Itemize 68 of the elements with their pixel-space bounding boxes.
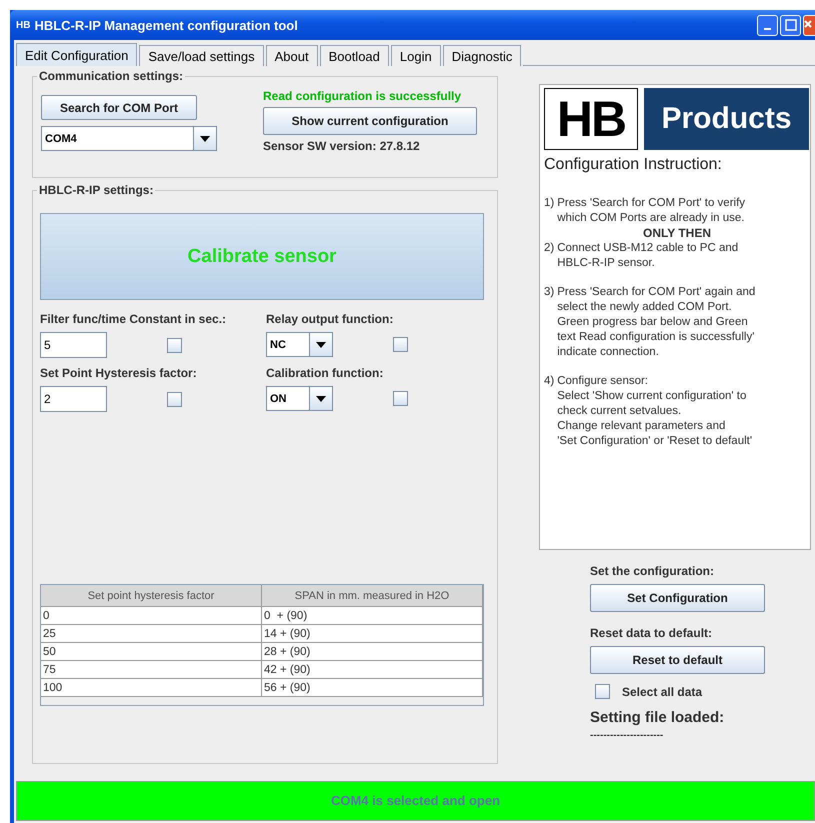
checkbox[interactable] — [595, 684, 610, 699]
dropdown-arrow-icon — [316, 396, 326, 402]
column-header: Set point hysteresis factor — [41, 585, 262, 607]
checkbox-label: Select all data — [622, 684, 702, 698]
show-configuration-button[interactable]: Show current configuration — [263, 107, 477, 135]
table-cell: 0 — [41, 607, 262, 625]
minimize-button[interactable] — [757, 14, 778, 36]
logo-mark: HB — [544, 88, 638, 150]
instruction-heading: Configuration Instruction: — [544, 156, 723, 174]
table-cell: 42 + (90) — [262, 661, 483, 679]
table-cell: 75 — [41, 661, 262, 679]
app-icon: HB — [16, 20, 30, 30]
field-label: Calibration function: — [266, 366, 384, 380]
checkbox[interactable] — [167, 338, 182, 352]
checkbox[interactable] — [167, 392, 182, 406]
dropdown-arrow-icon — [316, 342, 326, 348]
tab[interactable]: About — [266, 45, 318, 66]
group-title: HBLC-R-IP settings: — [37, 183, 156, 197]
search-com-button[interactable]: Search for COM Port — [41, 95, 197, 120]
dropdown[interactable]: NC — [266, 332, 333, 357]
group-title: Communication settings: — [37, 69, 186, 83]
step-text: Press 'Search for COM Port' again and select the newly added COM Port. Green progress bar below and Green text Read configuration is successfully' indicate connection. — [557, 285, 756, 360]
version-text: Sensor SW version: 27.8.12 — [263, 139, 421, 153]
tab[interactable]: Diagnostic — [442, 45, 522, 66]
table-cell: 25 — [41, 625, 262, 643]
table-cell: 0 + (90) — [262, 607, 483, 625]
dropdown[interactable]: ON — [266, 386, 333, 411]
tab[interactable]: Edit Configuration — [16, 43, 138, 66]
logo-wordmark: Products — [644, 88, 809, 150]
field-label: Filter func/time Constant in sec.: — [40, 312, 228, 326]
step-text: Connect USB-M12 cable to PC and HBLC-R-IP sensor. — [557, 241, 738, 271]
table-cell: 56 + (90) — [262, 679, 483, 697]
table-cell: 100 — [41, 679, 262, 697]
minimize-icon — [764, 28, 771, 30]
tab[interactable]: Save/load settings — [139, 45, 264, 66]
table-cell: 14 + (90) — [262, 625, 483, 643]
table-cell: 28 + (90) — [262, 643, 483, 661]
tab[interactable]: Login — [390, 45, 441, 66]
instruction-note: ONLY THEN — [642, 226, 711, 241]
set-configuration-button[interactable]: Set Configuration — [590, 584, 765, 612]
column-header: SPAN in mm. measured in H2O — [262, 585, 483, 607]
step-number: 1) — [544, 196, 554, 211]
input-field[interactable]: 2 — [40, 386, 107, 412]
step-number: 4) — [544, 374, 554, 389]
dropdown-arrow-icon — [200, 136, 210, 142]
step-text: Configure sensor: Select 'Show current configuration' to check current setvalues. Change relevant parameters and 'Set Configuration' or 'Reset to default' — [557, 374, 752, 449]
input-field[interactable]: 5 — [40, 332, 107, 358]
field-label: Set Point Hysteresis factor: — [40, 366, 198, 380]
table-cell: 50 — [41, 643, 262, 661]
tab[interactable]: Bootload — [320, 45, 389, 66]
maximize-button[interactable] — [780, 14, 801, 36]
step-number: 2) — [544, 241, 554, 256]
step-number: 3) — [544, 285, 554, 300]
file-status-label: Setting file loaded: — [590, 709, 724, 726]
status-text: Read configuration is successfully — [263, 89, 462, 103]
file-name-text: ---------------------- — [590, 730, 664, 741]
reset-button[interactable]: Reset to default — [590, 646, 765, 674]
section-label: Set the configuration: — [590, 564, 714, 578]
progress-text: COM4 is selected and open — [330, 793, 502, 808]
field-label: Relay output function: — [266, 312, 394, 326]
section-label: Reset data to default: — [590, 626, 712, 640]
checkbox[interactable] — [393, 391, 408, 406]
step-text: Press 'Search for COM Port' to verify which COM Ports are already in use. — [557, 196, 746, 226]
port-dropdown[interactable]: COM4 — [41, 126, 217, 151]
close-button[interactable] — [803, 14, 815, 36]
maximize-icon — [784, 19, 796, 31]
window-title: HBLC-R-IP Management configuration tool — [34, 18, 299, 32]
checkbox[interactable] — [393, 337, 408, 352]
